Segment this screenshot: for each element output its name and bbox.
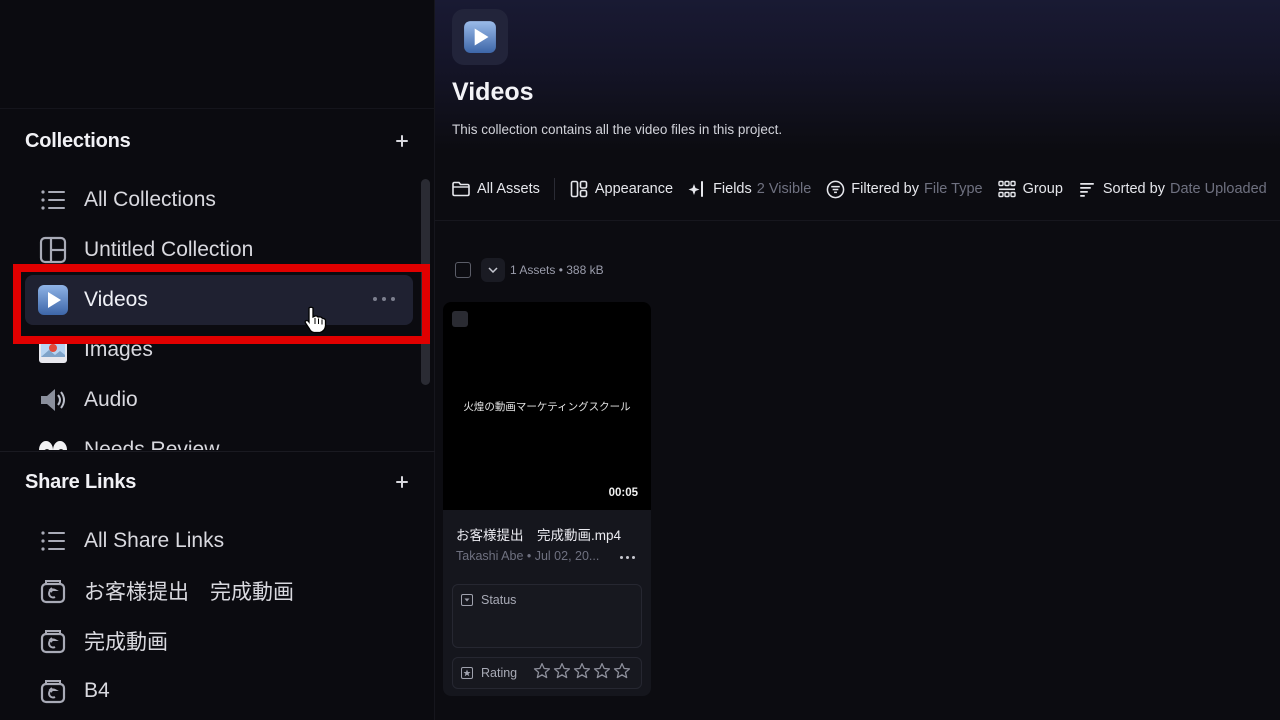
share-link-icon bbox=[37, 675, 69, 707]
rating-stars[interactable] bbox=[533, 662, 631, 680]
fields-sparkle-icon bbox=[687, 179, 707, 199]
all-assets-button[interactable]: All Assets bbox=[451, 179, 540, 199]
filtered-by-label: Filtered by bbox=[851, 181, 919, 197]
sidebar: Collections All Collections Untitled Col… bbox=[0, 0, 435, 720]
video-play-icon bbox=[464, 21, 496, 53]
sort-button[interactable]: Sorted by Date Uploaded bbox=[1077, 179, 1267, 199]
group-label: Group bbox=[1022, 181, 1063, 197]
share-links-header: Share Links bbox=[25, 467, 420, 497]
all-assets-label: All Assets bbox=[477, 181, 540, 197]
sidebar-top-divider bbox=[0, 108, 435, 109]
star-icon[interactable] bbox=[593, 662, 611, 680]
share-links-title: Share Links bbox=[25, 470, 137, 493]
sorted-value: Date Uploaded bbox=[1169, 181, 1267, 197]
thumbnail-text: 火煌の動画マーケティングスクール bbox=[463, 401, 631, 413]
add-collection-button[interactable] bbox=[392, 131, 412, 151]
rating-field: Rating bbox=[452, 657, 642, 689]
fields-button[interactable]: Fields 2 Visible bbox=[687, 179, 811, 199]
sidebar-item-label: Audio bbox=[84, 388, 138, 411]
fields-label: Fields bbox=[713, 181, 752, 197]
sidebar-item-label: Untitled Collection bbox=[84, 238, 254, 261]
asset-card[interactable]: 火煌の動画マーケティングスクール 00:05 お客様提出 完成動画.mp4 Ta… bbox=[443, 302, 651, 696]
select-all-checkbox[interactable] bbox=[455, 262, 471, 278]
sidebar-item-share-link[interactable]: 完成動画 bbox=[25, 616, 413, 666]
sidebar-item-label: 完成動画 bbox=[84, 631, 168, 654]
page-title: Videos bbox=[452, 78, 534, 106]
star-icon[interactable] bbox=[553, 662, 571, 680]
toolbar: All Assets Appearance Fields 2 Visible F… bbox=[451, 176, 1280, 202]
list-icon bbox=[37, 184, 69, 216]
assets-count: 1 Assets • 388 kB bbox=[510, 263, 604, 277]
status-label: Status bbox=[481, 593, 517, 607]
sidebar-item-label: All Share Links bbox=[84, 529, 225, 552]
rating-field-header: Rating bbox=[461, 666, 517, 680]
toolbar-divider bbox=[553, 178, 555, 200]
highlight-box bbox=[13, 264, 430, 344]
sidebar-item-audio[interactable]: Audio bbox=[25, 375, 413, 425]
sidebar-item-share-link[interactable]: B4 bbox=[25, 666, 413, 716]
add-share-link-button[interactable] bbox=[392, 472, 412, 492]
asset-meta: Takashi Abe • Jul 02, 20... bbox=[456, 549, 600, 563]
sidebar-item-all-share-links[interactable]: All Share Links bbox=[25, 516, 413, 566]
hand-cursor-icon bbox=[304, 306, 327, 334]
list-icon bbox=[37, 525, 69, 557]
status-field-header: Status bbox=[461, 593, 516, 607]
eyes-icon bbox=[37, 434, 69, 450]
layout-icon bbox=[37, 234, 69, 266]
star-icon[interactable] bbox=[573, 662, 591, 680]
sidebar-item-needs-review[interactable]: Needs Review bbox=[25, 425, 413, 450]
collections-title: Collections bbox=[25, 129, 131, 152]
appearance-button[interactable]: Appearance bbox=[569, 179, 673, 199]
fields-value: 2 Visible bbox=[756, 181, 812, 197]
share-link-icon bbox=[37, 625, 69, 657]
star-icon[interactable] bbox=[613, 662, 631, 680]
asset-filename: お客様提出 完成動画.mp4 bbox=[456, 528, 622, 543]
filtered-value: File Type bbox=[924, 181, 983, 197]
sidebar-section-divider bbox=[0, 451, 435, 452]
sidebar-item-label: All Collections bbox=[84, 188, 216, 211]
sidebar-item-all-collections[interactable]: All Collections bbox=[25, 175, 413, 225]
chevron-down-icon[interactable] bbox=[481, 258, 505, 282]
group-icon bbox=[997, 179, 1017, 199]
more-options-icon[interactable] bbox=[620, 556, 635, 559]
assets-summary: 1 Assets • 388 kB bbox=[455, 258, 604, 282]
share-link-icon bbox=[37, 575, 69, 607]
share-links-list: All Share Links お客様提出 完成動画 完成動画 B4 bbox=[25, 516, 413, 716]
star-field-icon bbox=[461, 667, 473, 679]
appearance-icon bbox=[569, 179, 589, 199]
sidebar-item-label: お客様提出 完成動画 bbox=[84, 581, 294, 604]
video-duration: 00:05 bbox=[608, 487, 638, 499]
collections-header: Collections bbox=[25, 126, 420, 156]
dropdown-field-icon bbox=[461, 594, 473, 606]
group-button[interactable]: Group bbox=[997, 179, 1063, 199]
filter-button[interactable]: Filtered by File Type bbox=[825, 179, 983, 199]
speaker-icon bbox=[37, 384, 69, 416]
filter-icon bbox=[825, 179, 845, 199]
appearance-label: Appearance bbox=[594, 181, 674, 197]
toolbar-divider-line bbox=[435, 220, 1280, 221]
status-field[interactable]: Status bbox=[452, 584, 642, 648]
sidebar-item-label: B4 bbox=[84, 679, 110, 702]
sorted-by-label: Sorted by bbox=[1102, 181, 1165, 197]
main-panel: Videos This collection contains all the … bbox=[435, 0, 1280, 720]
sidebar-item-label: Needs Review bbox=[84, 438, 220, 450]
video-thumbnail[interactable]: 火煌の動画マーケティングスクール 00:05 bbox=[443, 302, 651, 510]
sort-icon bbox=[1077, 179, 1097, 199]
rating-label: Rating bbox=[481, 666, 518, 680]
page-description: This collection contains all the video f… bbox=[452, 122, 783, 137]
folder-icon bbox=[451, 179, 471, 199]
asset-checkbox[interactable] bbox=[452, 311, 468, 327]
sidebar-item-share-link[interactable]: お客様提出 完成動画 bbox=[25, 566, 413, 616]
collection-icon bbox=[452, 9, 508, 65]
star-icon[interactable] bbox=[533, 662, 551, 680]
